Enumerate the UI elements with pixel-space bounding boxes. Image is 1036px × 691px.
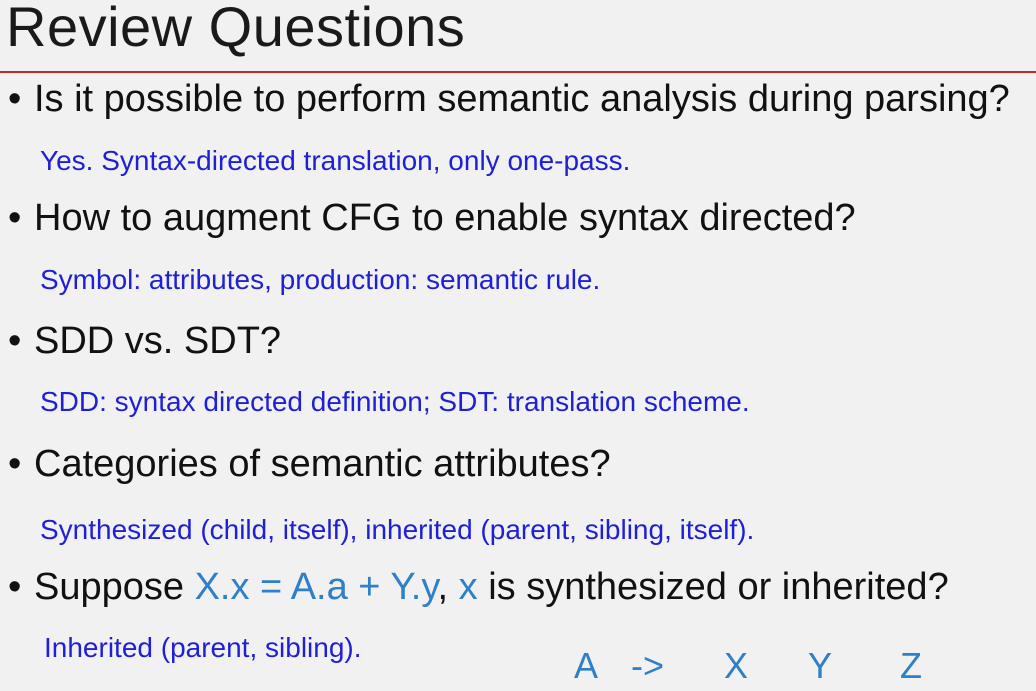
production-rhs-symbol: Z: [900, 645, 922, 686]
question-1-text: Is it possible to perform semantic analy…: [34, 78, 1010, 120]
question-5-text-prefix: Suppose: [34, 566, 195, 608]
question-2: • How to augment CFG to enable syntax dir…: [8, 197, 856, 240]
slide-title: Review Questions: [6, 0, 466, 58]
question-5: • Suppose X.x = A.a + Y.y, x is synthesiz…: [8, 566, 949, 609]
answer-1: Yes. Syntax-directed translation, only o…: [40, 145, 631, 176]
title-divider: [0, 71, 1036, 73]
question-4: • Categories of semantic attributes?: [8, 443, 611, 486]
question-3-text: SDD vs. SDT?: [34, 320, 282, 362]
bullet-icon: •: [8, 566, 22, 608]
bullet-icon: •: [8, 78, 22, 120]
question-5-attribute: x: [458, 566, 478, 608]
production-rhs-symbol: Y: [808, 645, 833, 686]
question-3: • SDD vs. SDT?: [8, 320, 281, 363]
answer-5: Inherited (parent, sibling).: [44, 632, 362, 663]
question-4-text: Categories of semantic attributes?: [34, 443, 611, 485]
answer-3: SDD: syntax directed definition; SDT: tr…: [40, 386, 750, 417]
question-5-text-suffix: is synthesized or inherited?: [477, 566, 949, 608]
question-1: • Is it possible to perform semantic anal…: [8, 78, 1010, 121]
question-5-comma: ,: [437, 566, 459, 608]
answer-2: Symbol: attributes, production: semantic…: [40, 264, 601, 295]
question-2-text: How to augment CFG to enable syntax dire…: [34, 197, 856, 239]
bullet-icon: •: [8, 320, 22, 362]
bullet-icon: •: [8, 197, 22, 239]
answer-4: Synthesized (child, itself), inherited (…: [40, 514, 755, 545]
production-arrow: ->: [631, 645, 665, 686]
production-rhs-symbol: X: [724, 645, 749, 686]
bullet-icon: •: [8, 443, 22, 485]
question-5-rule-expression: X.x = A.a + Y.y: [194, 566, 438, 608]
production-lhs: A: [574, 645, 599, 686]
